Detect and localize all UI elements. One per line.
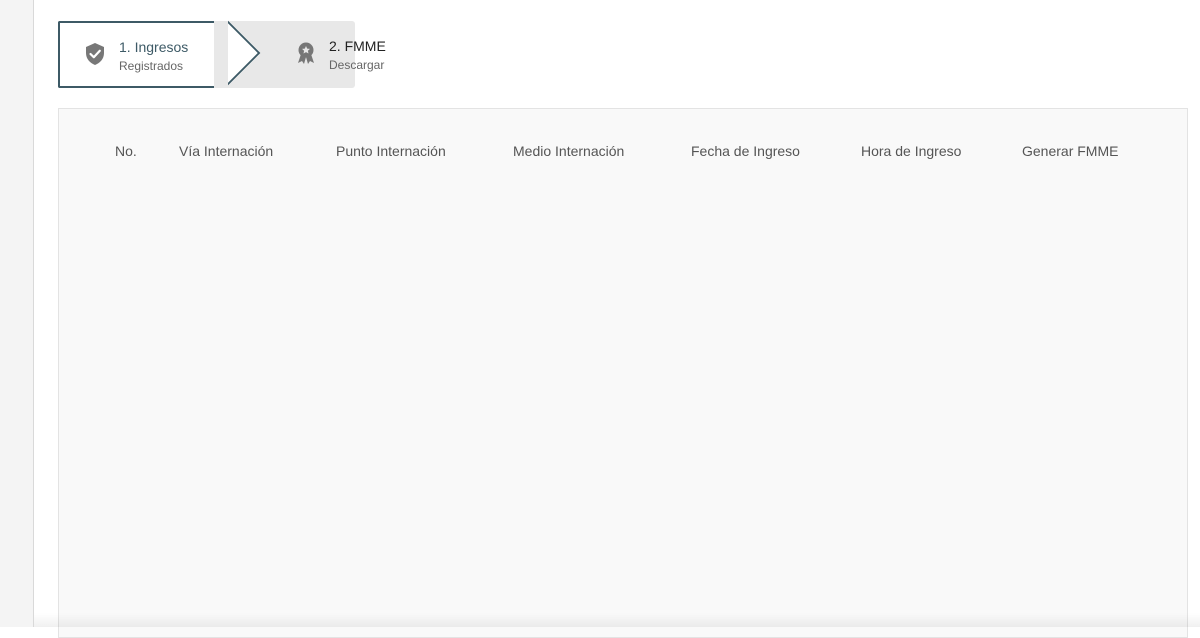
stepper: 1. Ingresos Registrados 2. FMME Descarga… (58, 21, 355, 88)
column-header-via-internacion[interactable]: Vía Internación (179, 143, 273, 159)
step-fmme-subtitle: Descargar (329, 58, 384, 72)
step-ingresos[interactable]: 1. Ingresos Registrados (58, 21, 214, 88)
step-ingresos-title: 1. Ingresos (119, 39, 188, 55)
shield-check-icon (84, 42, 106, 66)
column-header-medio-internacion[interactable]: Medio Internación (513, 143, 624, 159)
left-sidebar-rail (0, 0, 34, 627)
column-header-hora-ingreso[interactable]: Hora de Ingreso (861, 143, 961, 159)
column-header-generar-fmme[interactable]: Generar FMME (1022, 143, 1118, 159)
column-header-punto-internacion[interactable]: Punto Internación (336, 143, 446, 159)
column-header-no[interactable]: No. (115, 143, 137, 159)
award-ribbon-icon (295, 41, 317, 65)
bottom-shadow (34, 613, 1200, 627)
step-ingresos-subtitle: Registrados (119, 59, 183, 73)
ingresos-table: No. Vía Internación Punto Internación Me… (58, 108, 1188, 638)
step-fmme-title: 2. FMME (329, 38, 386, 54)
column-header-fecha-ingreso[interactable]: Fecha de Ingreso (691, 143, 800, 159)
